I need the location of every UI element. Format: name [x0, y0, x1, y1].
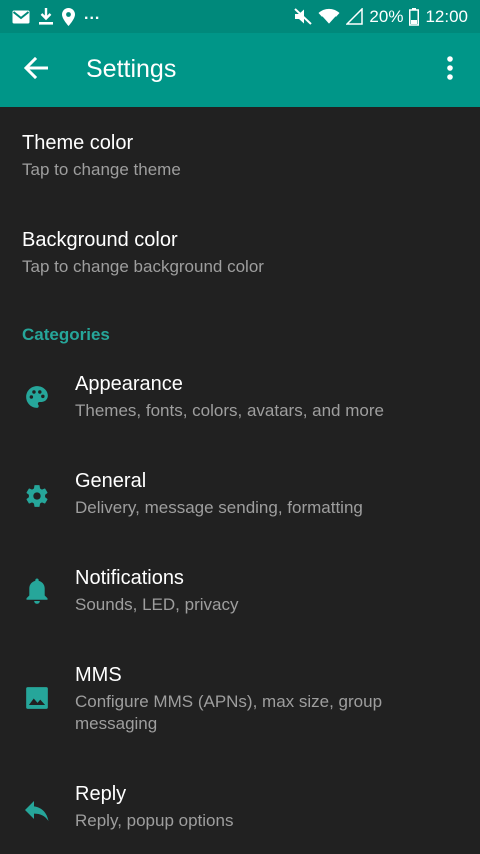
category-summary: Reply, popup options [75, 811, 234, 830]
battery-icon [409, 7, 420, 26]
status-bar-right: 20% 12:00 [294, 7, 468, 27]
category-summary: Delivery, message sending, formatting [75, 498, 363, 517]
category-title: Reply [75, 783, 127, 805]
category-title: Appearance [75, 373, 183, 395]
status-bar: ... 20% 12:00 [0, 0, 480, 33]
category-summary: Configure MMS (APNs), max size, group me… [75, 692, 383, 733]
pref-summary: Tap to change theme [22, 160, 181, 179]
wifi-icon [318, 8, 340, 25]
category-appearance[interactable]: Appearance Themes, fonts, colors, avatar… [0, 372, 480, 432]
background-color-preference[interactable]: Background color Tap to change backgroun… [0, 228, 480, 288]
more-vert-icon [447, 55, 453, 85]
category-title: MMS [75, 664, 122, 686]
pref-title: Theme color [22, 132, 134, 154]
notification-overflow-indicator: ... [84, 5, 101, 23]
category-title: General [75, 470, 147, 492]
category-title: Notifications [75, 567, 184, 589]
reply-icon [22, 796, 52, 826]
category-summary: Themes, fonts, colors, avatars, and more [75, 401, 384, 420]
back-button[interactable] [20, 56, 52, 84]
category-reply[interactable]: Reply Reply, popup options [0, 782, 480, 842]
mail-icon [12, 10, 30, 24]
pref-title: Background color [22, 229, 178, 251]
page-title: Settings [86, 55, 177, 83]
battery-percent: 20% [369, 6, 404, 26]
clock: 12:00 [425, 6, 468, 26]
mute-icon [294, 8, 313, 25]
overflow-menu-button[interactable] [438, 53, 462, 87]
theme-color-preference[interactable]: Theme color Tap to change theme [0, 131, 480, 191]
categories-header: Categories [22, 325, 110, 344]
category-general[interactable]: General Delivery, message sending, forma… [0, 469, 480, 529]
category-summary: Sounds, LED, privacy [75, 595, 239, 614]
status-bar-left: ... [12, 5, 101, 26]
app-toolbar: Settings [0, 33, 480, 107]
category-notifications[interactable]: Notifications Sounds, LED, privacy [0, 566, 480, 626]
bell-icon [22, 576, 52, 606]
image-icon [22, 683, 52, 713]
download-icon [39, 8, 53, 25]
palette-icon [22, 382, 52, 412]
signal-icon [346, 8, 364, 25]
location-icon [62, 7, 75, 26]
category-mms[interactable]: MMS Configure MMS (APNs), max size, grou… [0, 663, 480, 747]
pref-summary: Tap to change background color [22, 257, 264, 276]
arrow-back-icon [23, 56, 49, 84]
gear-icon [22, 481, 52, 511]
